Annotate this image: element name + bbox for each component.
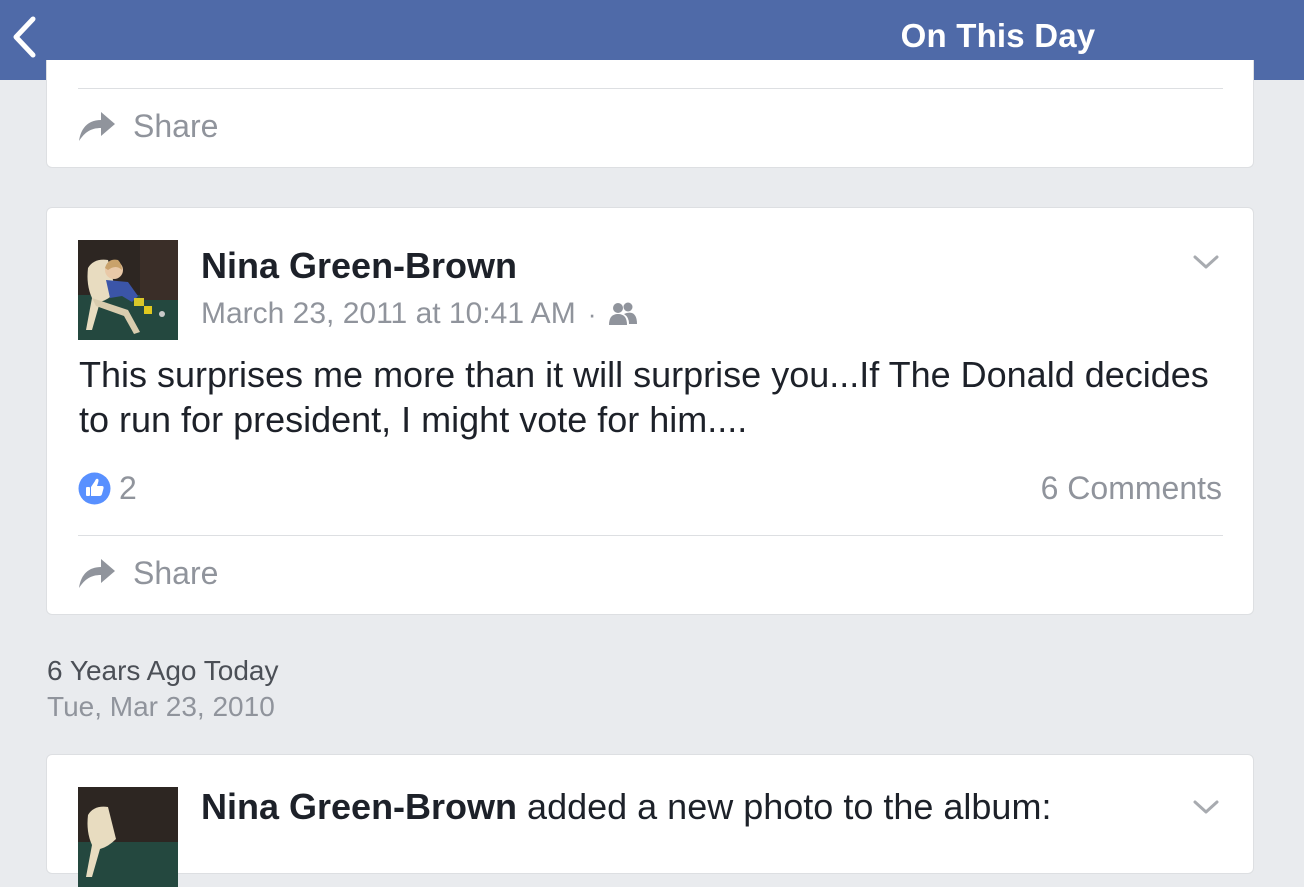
next-post-headline: Nina Green-Brown added a new photo to th… xyxy=(201,785,1051,829)
post-timestamp[interactable]: March 23, 2011 at 10:41 AM xyxy=(201,294,576,334)
avatar-photo xyxy=(78,240,178,340)
friends-icon xyxy=(609,302,638,325)
share-label: Share xyxy=(133,108,219,144)
share-button[interactable]: Share xyxy=(77,104,218,148)
meta-separator: · xyxy=(587,299,597,329)
share-label: Share xyxy=(133,555,219,591)
divider xyxy=(78,88,1223,89)
share-arrow-icon xyxy=(79,112,115,141)
section-heading: 6 Years Ago Today xyxy=(47,655,279,686)
divider xyxy=(78,535,1223,536)
avatar-photo xyxy=(78,787,178,887)
chevron-left-icon xyxy=(13,16,36,58)
share-button[interactable]: Share xyxy=(77,551,218,595)
page-title: On This Day xyxy=(900,17,1096,54)
post-card: Nina Green-Brown March 23, 2011 at 10:41… xyxy=(46,207,1254,615)
comments-link[interactable]: 6 Comments xyxy=(1041,470,1222,506)
section-date: Tue, Mar 23, 2010 xyxy=(47,691,275,722)
like-count: 2 xyxy=(119,470,137,506)
post-options-button[interactable] xyxy=(1191,795,1221,819)
back-button[interactable] xyxy=(8,14,42,60)
avatar[interactable] xyxy=(78,240,178,340)
post-author[interactable]: Nina Green-Brown xyxy=(201,244,517,288)
previous-post-card: Share xyxy=(46,60,1254,168)
avatar[interactable] xyxy=(78,787,178,887)
post-options-button[interactable] xyxy=(1191,250,1221,274)
post-meta: March 23, 2011 at 10:41 AM · xyxy=(201,294,638,334)
post-text: This surprises me more than it will surp… xyxy=(79,354,1209,440)
share-arrow-icon xyxy=(79,559,115,588)
next-post-card: Nina Green-Brown added a new photo to th… xyxy=(46,754,1254,887)
chevron-down-icon xyxy=(1193,800,1219,814)
like-icon xyxy=(78,472,111,504)
chevron-down-icon xyxy=(1193,255,1219,269)
reactions-summary[interactable]: 2 xyxy=(78,470,137,506)
